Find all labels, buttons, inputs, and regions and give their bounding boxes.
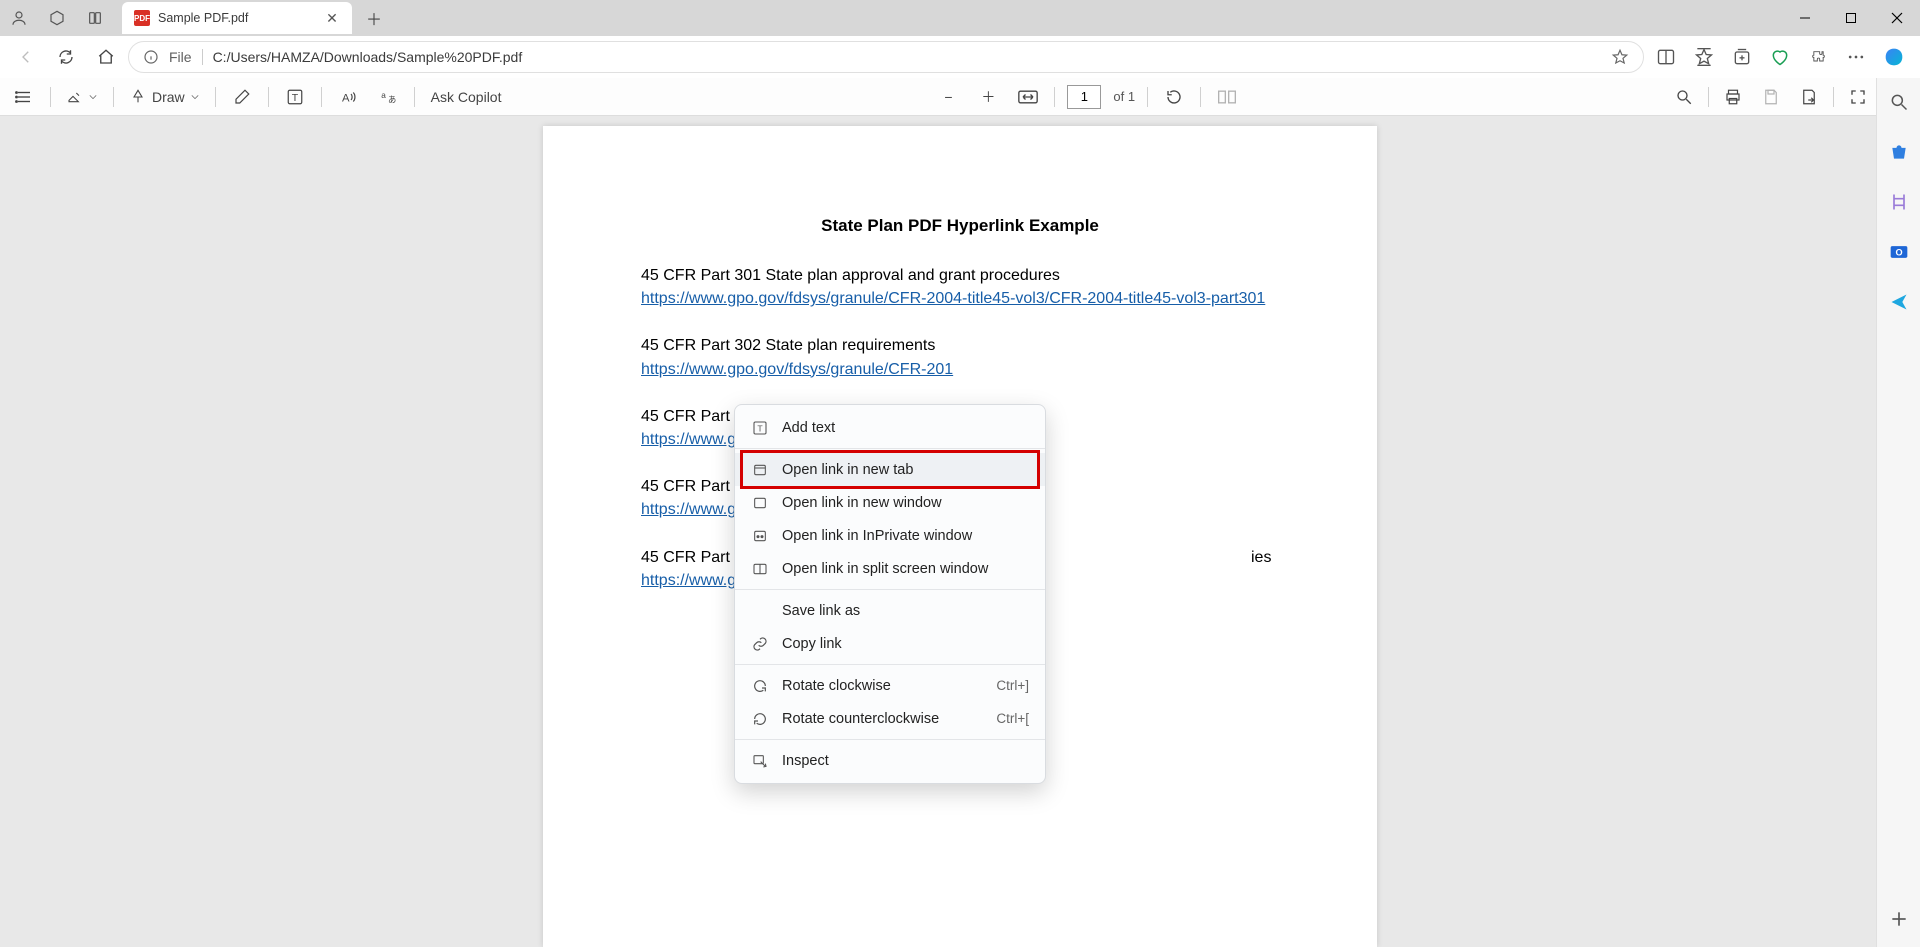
zoom-out-button[interactable]: − xyxy=(934,83,962,111)
print-icon[interactable] xyxy=(1719,83,1747,111)
pdf-file-icon: PDF xyxy=(134,10,150,26)
sidebar-search-icon[interactable] xyxy=(1885,88,1913,116)
profile-icon[interactable] xyxy=(0,0,38,36)
document-title: State Plan PDF Hyperlink Example xyxy=(641,216,1279,236)
nav-back-button[interactable] xyxy=(8,39,44,75)
ctx-open-link-new-window[interactable]: Open link in new window xyxy=(735,486,1045,519)
sidebar-outlook-icon[interactable]: O xyxy=(1885,238,1913,266)
settings-menu-icon[interactable] xyxy=(1838,39,1874,75)
new-tab-button[interactable]: ＋ xyxy=(358,2,390,34)
ctx-open-link-new-tab[interactable]: Open link in new tab xyxy=(735,453,1045,486)
url-scheme: File xyxy=(169,49,192,65)
address-bar: File C:/Users/HAMZA/Downloads/Sample%20P… xyxy=(0,36,1920,78)
pdf-viewport[interactable]: State Plan PDF Hyperlink Example 45 CFR … xyxy=(0,116,1920,947)
add-text-icon: T xyxy=(751,419,769,437)
translate-icon[interactable]: aあ xyxy=(374,83,402,111)
context-menu: T Add text Open link in new tab Open lin… xyxy=(734,404,1046,784)
pdf-toolbar: Draw T A aあ Ask Copilot − ＋ of 1 xyxy=(0,78,1920,116)
save-as-icon[interactable] xyxy=(1795,83,1823,111)
svg-text:あ: あ xyxy=(388,95,396,104)
svg-text:A: A xyxy=(342,92,350,104)
table-of-contents-icon[interactable] xyxy=(10,83,38,111)
inprivate-icon xyxy=(751,527,769,545)
fullscreen-icon[interactable] xyxy=(1844,83,1872,111)
edge-sidebar: O xyxy=(1876,78,1920,947)
rotate-cw-icon xyxy=(751,677,769,695)
reference-entry: 45 CFR Part 301 State plan approval and … xyxy=(641,264,1279,310)
new-window-icon xyxy=(751,494,769,512)
fit-width-icon[interactable] xyxy=(1014,83,1042,111)
svg-text:T: T xyxy=(291,91,298,103)
extensions-icon[interactable] xyxy=(1800,39,1836,75)
sidebar-add-icon[interactable] xyxy=(1885,905,1913,933)
omnibox[interactable]: File C:/Users/HAMZA/Downloads/Sample%20P… xyxy=(128,41,1644,73)
draw-dropdown[interactable]: Draw xyxy=(126,83,203,111)
reference-link[interactable]: https://www.gpo.gov/fdsys/granule/CFR-20… xyxy=(641,361,953,378)
tab-actions-icon[interactable] xyxy=(76,0,114,36)
add-text-icon[interactable]: T xyxy=(281,83,309,111)
ask-copilot-button[interactable]: Ask Copilot xyxy=(427,83,506,111)
read-aloud-icon[interactable]: A xyxy=(334,83,362,111)
health-icon[interactable] xyxy=(1762,39,1798,75)
collections-icon[interactable] xyxy=(1724,39,1760,75)
nav-home-button[interactable] xyxy=(88,39,124,75)
shortcut-label: Ctrl+[ xyxy=(996,711,1029,726)
ctx-add-text[interactable]: T Add text xyxy=(735,411,1045,444)
sidebar-tools-icon[interactable] xyxy=(1885,188,1913,216)
url-text: C:/Users/HAMZA/Downloads/Sample%20PDF.pd… xyxy=(202,49,523,65)
reference-entry: 45 CFR Part 302 State plan requirements … xyxy=(641,334,1279,380)
browser-tab[interactable]: PDF Sample PDF.pdf ✕ xyxy=(122,2,352,34)
ctx-rotate-ccw[interactable]: Rotate counterclockwise Ctrl+[ xyxy=(735,702,1045,735)
favorites-icon[interactable] xyxy=(1686,39,1722,75)
ctx-open-link-split[interactable]: Open link in split screen window xyxy=(735,552,1045,585)
draw-label: Draw xyxy=(152,89,185,105)
svg-text:T: T xyxy=(757,423,763,433)
rotate-icon[interactable] xyxy=(1160,83,1188,111)
split-screen-icon xyxy=(751,560,769,578)
window-titlebar: PDF Sample PDF.pdf ✕ ＋ xyxy=(0,0,1920,36)
copilot-icon[interactable] xyxy=(1876,39,1912,75)
svg-text:a: a xyxy=(381,90,386,99)
window-minimize-button[interactable] xyxy=(1782,0,1828,36)
erase-icon[interactable] xyxy=(228,83,256,111)
inspect-icon xyxy=(751,752,769,770)
reference-desc: 45 CFR Part 301 State plan approval and … xyxy=(641,264,1279,287)
ctx-copy-link[interactable]: Copy link xyxy=(735,627,1045,660)
rotate-ccw-icon xyxy=(751,710,769,728)
blank-icon xyxy=(751,602,769,620)
reference-desc: 45 CFR Part 302 State plan requirements xyxy=(641,334,1279,357)
link-icon xyxy=(751,635,769,653)
page-count-label: of 1 xyxy=(1113,89,1135,104)
sidebar-send-icon[interactable] xyxy=(1885,288,1913,316)
sidebar-shopping-icon[interactable] xyxy=(1885,138,1913,166)
zoom-in-button[interactable]: ＋ xyxy=(974,83,1002,111)
nav-refresh-button[interactable] xyxy=(48,39,84,75)
split-screen-icon[interactable] xyxy=(1648,39,1684,75)
ctx-inspect[interactable]: Inspect xyxy=(735,744,1045,777)
new-tab-icon xyxy=(751,461,769,479)
page-view-icon[interactable] xyxy=(1213,83,1241,111)
tab-title: Sample PDF.pdf xyxy=(158,11,316,25)
svg-text:O: O xyxy=(1895,247,1902,257)
ctx-save-link-as[interactable]: Save link as xyxy=(735,594,1045,627)
window-close-button[interactable] xyxy=(1874,0,1920,36)
save-icon[interactable] xyxy=(1757,83,1785,111)
find-icon[interactable] xyxy=(1670,83,1698,111)
page-number-input[interactable] xyxy=(1067,85,1101,109)
ctx-rotate-cw[interactable]: Rotate clockwise Ctrl+] xyxy=(735,669,1045,702)
window-maximize-button[interactable] xyxy=(1828,0,1874,36)
site-info-icon[interactable] xyxy=(143,49,159,65)
shortcut-label: Ctrl+] xyxy=(996,678,1029,693)
close-tab-icon[interactable]: ✕ xyxy=(324,10,340,26)
ctx-open-link-inprivate[interactable]: Open link in InPrivate window xyxy=(735,519,1045,552)
workspaces-icon[interactable] xyxy=(38,0,76,36)
favorite-star-icon[interactable] xyxy=(1611,48,1629,66)
highlight-dropdown[interactable] xyxy=(63,83,101,111)
reference-link[interactable]: https://www.gpo.gov/fdsys/granule/CFR-20… xyxy=(641,290,1265,307)
